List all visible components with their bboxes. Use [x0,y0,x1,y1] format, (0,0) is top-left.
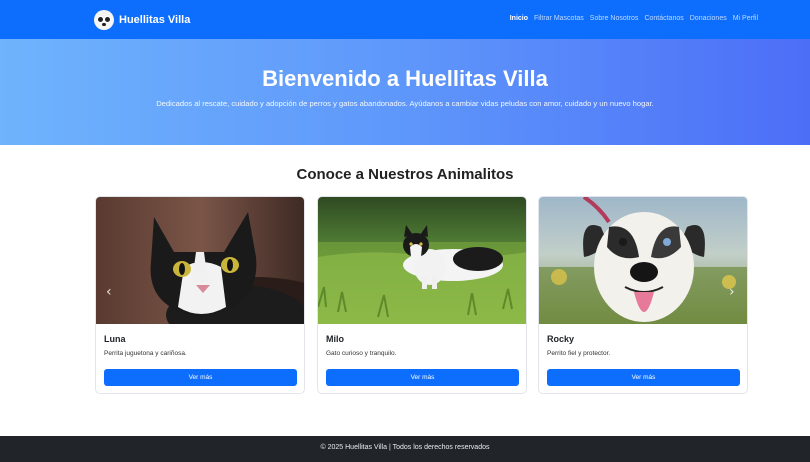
brand-name: Huellitas Villa [119,14,191,26]
dog-photo [539,197,747,324]
pet-name: Rocky [547,334,575,344]
ver-mas-button-milo[interactable]: Ver más [326,369,519,386]
nav-links: Inicio Filtrar Mascotas Sobre Nosotros C… [510,15,758,22]
cat-photo [96,197,304,324]
pet-card-milo: Milo Gato curioso y tranquilo. Ver más [317,196,527,394]
pet-description: Perrita juguetona y cariñosa. [104,350,187,357]
brand-link[interactable]: Huellitas Villa [94,9,190,31]
footer: © 2025 Huellitas Villa | Todos los derec… [0,436,810,462]
section-title: Conoce a Nuestros Animalitos [296,166,514,183]
pet-card-luna: Luna Perrita juguetona y cariñosa. Ver m… [95,196,305,394]
ver-mas-button-luna[interactable]: Ver más [104,369,297,386]
pet-name: Luna [104,334,126,344]
navbar: Huellitas Villa Inicio Filtrar Mascotas … [0,0,810,39]
hero-subtitle: Dedicados al rescate, cuidado y adopción… [156,99,654,108]
ver-mas-button-rocky[interactable]: Ver más [547,369,740,386]
cat-in-grass-photo [318,197,526,324]
pet-name: Milo [326,334,344,344]
nav-link-inicio[interactable]: Inicio [510,15,528,22]
nav-link-contactanos[interactable]: Contáctanos [644,15,683,22]
nav-link-mi-perfil[interactable]: Mi Perfil [733,15,758,22]
hero-title: Bienvenido a Huellitas Villa [262,66,548,91]
footer-copyright: © 2025 Huellitas Villa | Todos los derec… [320,444,490,451]
chevron-right-icon[interactable]: › [729,284,735,300]
dog-face-icon [94,10,114,30]
pet-card-rocky: Rocky Perrito fiel y protector. Ver más [538,196,748,394]
nav-link-filtrar-mascotas[interactable]: Filtrar Mascotas [534,15,584,22]
pet-description: Perrito fiel y protector. [547,350,611,357]
nav-link-donaciones[interactable]: Donaciones [690,15,727,22]
hero-banner: Bienvenido a Huellitas Villa Dedicados a… [0,39,810,145]
chevron-left-icon[interactable]: ‹ [106,284,112,300]
pet-description: Gato curioso y tranquilo. [326,350,397,357]
nav-link-sobre-nosotros[interactable]: Sobre Nosotros [590,15,639,22]
